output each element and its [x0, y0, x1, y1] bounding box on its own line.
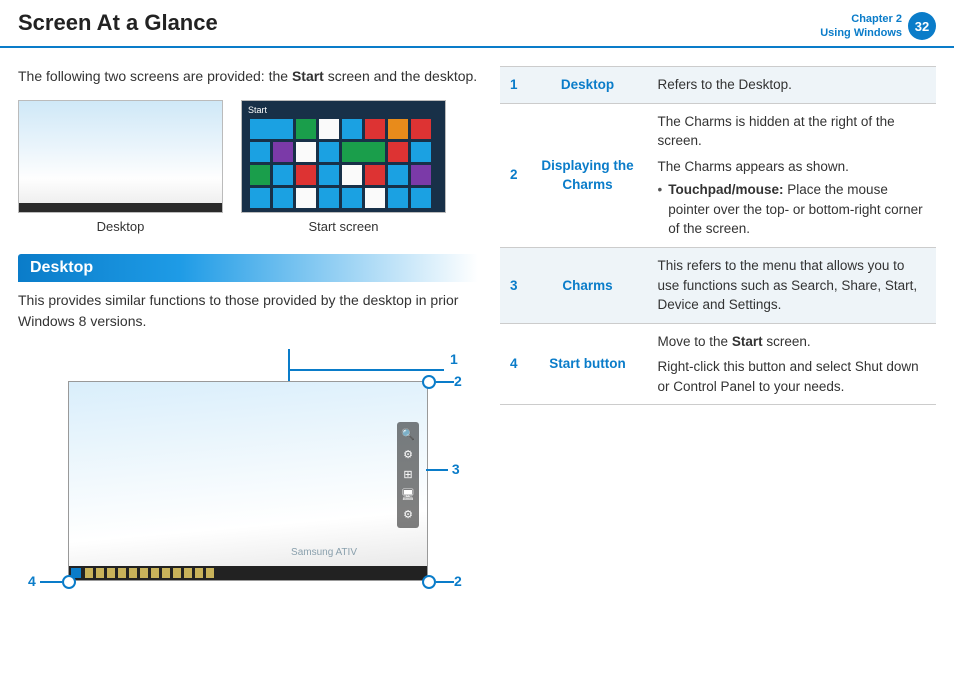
bullet-dot-icon: •	[658, 180, 663, 239]
search-icon: 🔍	[401, 428, 415, 442]
row2-num: 2	[500, 103, 528, 247]
callout-4: 4	[28, 573, 76, 589]
start-label: Start	[248, 105, 267, 115]
intro-pre: The following two screens are provided: …	[18, 68, 292, 84]
annotated-screenshot: 🔍 ⚙ ⊞ 🖥 ⚙ Samsung ATIV 1	[18, 361, 478, 601]
charms-bar: 🔍 ⚙ ⊞ 🖥 ⚙	[397, 422, 419, 528]
row4-line1: Move to the Start screen.	[658, 332, 926, 352]
row3-desc: This refers to the menu that allows you …	[648, 247, 936, 323]
taskbar-icons	[85, 568, 215, 578]
table-row: 2 Displaying the Charms The Charms is hi…	[500, 103, 936, 247]
table-row: 4 Start button Move to the Start screen.…	[500, 323, 936, 405]
start-icon: ⊞	[401, 468, 415, 482]
callout-2a: 2	[422, 373, 462, 389]
taskbar	[69, 566, 427, 580]
section-heading: Desktop	[18, 254, 478, 282]
thumb-start-box: Start Start screen	[241, 100, 446, 234]
table-row: 3 Charms This refers to the menu that al…	[500, 247, 936, 323]
intro-text: The following two screens are provided: …	[18, 66, 478, 86]
thumb-desktop-box: Desktop	[18, 100, 223, 234]
definitions-table: 1 Desktop Refers to the Desktop. 2 Displ…	[500, 66, 936, 405]
row2-term: Displaying the Charms	[528, 103, 648, 247]
row4-desc: Move to the Start screen. Right-click th…	[648, 323, 936, 405]
row3-num: 3	[500, 247, 528, 323]
big-desktop-screenshot: 🔍 ⚙ ⊞ 🖥 ⚙ Samsung ATIV	[68, 381, 428, 581]
callout-2b: 2	[422, 573, 462, 589]
brand-watermark: Samsung ATIV	[291, 547, 357, 558]
intro-bold: Start	[292, 68, 324, 84]
page-header: Screen At a Glance Chapter 2 Using Windo…	[0, 0, 954, 48]
thumb-desktop	[18, 100, 223, 213]
row1-term: Desktop	[528, 67, 648, 104]
intro-post: screen and the desktop.	[324, 68, 477, 84]
row4-num: 4	[500, 323, 528, 405]
chapter-line2: Using Windows	[820, 26, 902, 40]
row2-line1: The Charms is hidden at the right of the…	[658, 112, 926, 151]
thumb-start-caption: Start screen	[241, 219, 446, 234]
start-tiles	[250, 119, 437, 208]
row2-bullet: • Touchpad/mouse: Place the mouse pointe…	[658, 180, 926, 239]
chapter-label: Chapter 2 Using Windows	[820, 12, 902, 41]
row4-term: Start button	[528, 323, 648, 405]
section-text: This provides similar functions to those…	[18, 290, 478, 331]
callout-3: 3	[426, 461, 460, 477]
callout-1-num: 1	[450, 351, 458, 367]
chapter-line1: Chapter 2	[820, 12, 902, 26]
row1-desc: Refers to the Desktop.	[648, 67, 936, 104]
row3-term: Charms	[528, 247, 648, 323]
page-title: Screen At a Glance	[18, 10, 820, 36]
thumbnail-row: Desktop Start Start screen	[18, 100, 478, 234]
row2-bullet-bold: Touchpad/mouse:	[668, 182, 783, 197]
thumb-start: Start	[241, 100, 446, 213]
row1-num: 1	[500, 67, 528, 104]
page-number-badge: 32	[908, 12, 936, 40]
devices-icon: 🖥	[401, 488, 415, 502]
share-icon: ⚙	[401, 448, 415, 462]
settings-icon: ⚙	[401, 508, 415, 522]
table-row: 1 Desktop Refers to the Desktop.	[500, 67, 936, 104]
row4-line2: Right-click this button and select Shut …	[658, 357, 926, 396]
row2-desc: The Charms is hidden at the right of the…	[648, 103, 936, 247]
thumb-desktop-caption: Desktop	[18, 219, 223, 234]
row2-line2: The Charms appears as shown.	[658, 157, 926, 177]
